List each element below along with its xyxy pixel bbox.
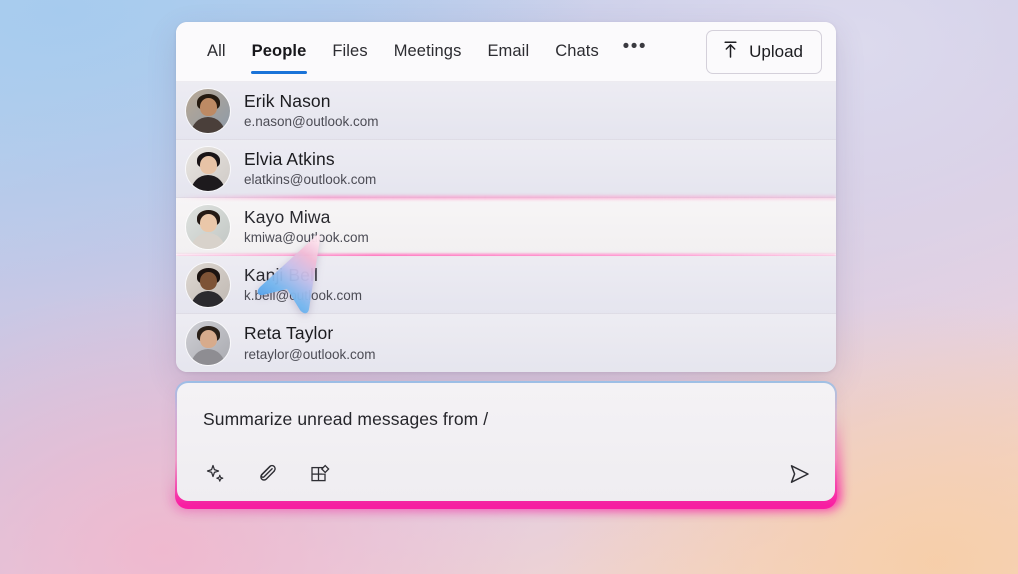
tab-meetings[interactable]: Meetings bbox=[381, 22, 475, 82]
tab-label: People bbox=[251, 42, 307, 60]
person-name: Kayo Miwa bbox=[244, 206, 331, 227]
tab-label: Chats bbox=[555, 42, 599, 60]
more-options-icon[interactable]: ••• bbox=[618, 35, 652, 69]
upload-button[interactable]: Upload bbox=[706, 29, 822, 74]
list-item[interactable]: Reta Taylor retaylor@outlook.com bbox=[176, 314, 836, 372]
avatar-body bbox=[191, 116, 225, 133]
person-info: Erik Nason e.nason@outlook.com bbox=[244, 91, 379, 131]
person-info: Kanji Bell k.bell@outlook.com bbox=[244, 265, 362, 305]
paperclip-icon[interactable] bbox=[255, 461, 281, 487]
person-email: kmiwa@outlook.com bbox=[244, 230, 369, 246]
person-info: Elvia Atkins elatkins@outlook.com bbox=[244, 149, 376, 189]
person-info: Kayo Miwa kmiwa@outlook.com bbox=[244, 207, 369, 247]
sparkle-icon[interactable] bbox=[203, 461, 229, 487]
tab-files[interactable]: Files bbox=[319, 22, 380, 82]
avatar bbox=[186, 204, 230, 249]
avatar-body bbox=[191, 174, 225, 191]
person-name: Reta Taylor bbox=[244, 323, 334, 344]
avatar-head bbox=[199, 155, 217, 174]
avatar bbox=[186, 88, 230, 133]
person-email: retaylor@outlook.com bbox=[244, 346, 376, 362]
person-name: Elvia Atkins bbox=[244, 148, 335, 169]
avatar bbox=[186, 262, 230, 307]
screen: All People Files Meetings Email Chats ••… bbox=[0, 0, 1018, 574]
tab-label: Meetings bbox=[393, 42, 462, 60]
avatar-head bbox=[199, 97, 217, 116]
tab-all[interactable]: All bbox=[194, 22, 239, 82]
list-item[interactable]: Kayo Miwa kmiwa@outlook.com bbox=[176, 198, 836, 256]
search-results-panel: All People Files Meetings Email Chats ••… bbox=[176, 22, 836, 372]
tab-chats[interactable]: Chats bbox=[542, 22, 612, 82]
tab-email[interactable]: Email bbox=[474, 22, 542, 82]
tab-label: Files bbox=[332, 42, 368, 60]
tab-label: All bbox=[207, 42, 226, 60]
person-info: Reta Taylor retaylor@outlook.com bbox=[244, 323, 376, 363]
composer-toolbar bbox=[203, 461, 813, 487]
avatar-body bbox=[191, 232, 225, 249]
tab-label: Email bbox=[487, 42, 530, 60]
avatar-head bbox=[199, 330, 217, 348]
people-list: Erik Nason e.nason@outlook.com Elvia Atk… bbox=[176, 82, 836, 372]
person-name: Kanji Bell bbox=[244, 264, 318, 285]
composer-input[interactable]: Summarize unread messages from / bbox=[203, 409, 813, 430]
avatar bbox=[186, 321, 230, 365]
tab-people[interactable]: People bbox=[239, 22, 320, 82]
avatar-head bbox=[199, 213, 217, 232]
upload-arrow-icon bbox=[722, 40, 739, 64]
composer[interactable]: Summarize unread messages from / bbox=[177, 383, 835, 501]
send-icon[interactable] bbox=[787, 461, 813, 487]
avatar-body bbox=[191, 349, 225, 365]
avatar bbox=[186, 146, 230, 191]
list-item[interactable]: Elvia Atkins elatkins@outlook.com bbox=[176, 140, 836, 198]
person-email: k.bell@outlook.com bbox=[244, 288, 363, 304]
apps-grid-icon[interactable] bbox=[307, 461, 333, 487]
person-email: elatkins@outlook.com bbox=[244, 172, 377, 188]
person-email: e.nason@outlook.com bbox=[244, 114, 379, 130]
list-item[interactable]: Erik Nason e.nason@outlook.com bbox=[176, 82, 836, 140]
composer-container: Summarize unread messages from / bbox=[171, 381, 841, 511]
filter-tabbar: All People Files Meetings Email Chats ••… bbox=[176, 22, 836, 82]
list-item[interactable]: Kanji Bell k.bell@outlook.com bbox=[176, 256, 836, 314]
upload-button-label: Upload bbox=[749, 41, 803, 61]
avatar-head bbox=[199, 271, 217, 290]
avatar-body bbox=[191, 290, 225, 307]
person-name: Erik Nason bbox=[244, 90, 331, 111]
